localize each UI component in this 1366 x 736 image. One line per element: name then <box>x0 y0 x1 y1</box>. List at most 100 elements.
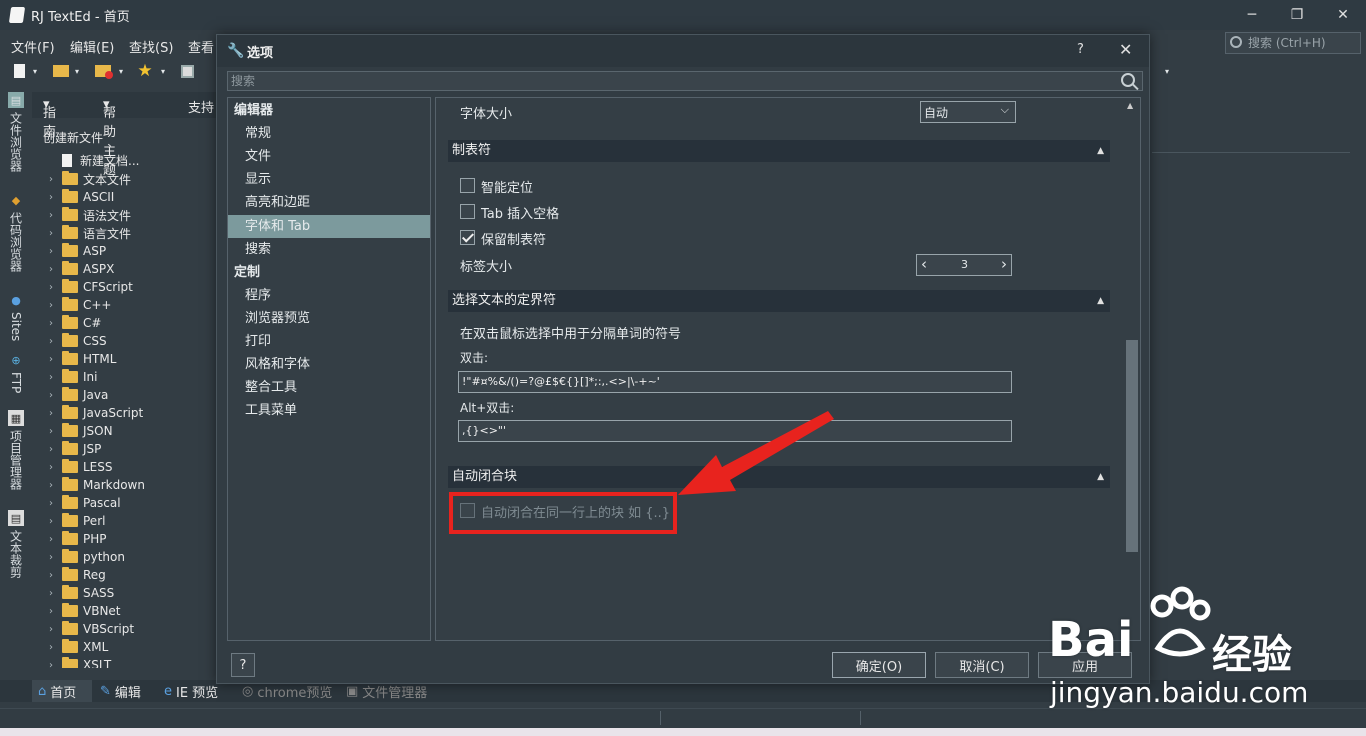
chevron-right-icon[interactable]: › <box>44 300 58 311</box>
favorites-folder-icon[interactable] <box>94 62 113 80</box>
tree-item[interactable]: › 语法文件 <box>44 206 131 224</box>
category-item[interactable]: 搜索 <box>228 238 430 261</box>
tree-item[interactable]: › JavaScript <box>44 404 143 422</box>
keep-tabs-checkbox[interactable] <box>460 230 475 245</box>
dialog-help-button[interactable]: ? <box>1077 42 1084 57</box>
help-topics-menu[interactable]: 帮助主题 ▾ <box>103 97 116 178</box>
chevron-right-icon[interactable]: › <box>44 462 58 473</box>
chevron-right-icon[interactable]: › <box>44 534 58 545</box>
chevron-right-icon[interactable]: › <box>44 210 58 221</box>
guide-menu[interactable]: 指南 ▾ <box>43 97 56 140</box>
vtab-project-manager[interactable]: ▦ 项目管理器 <box>6 410 26 490</box>
tree-item[interactable]: › ASP <box>44 242 106 260</box>
tree-item[interactable]: › 文本文件 <box>44 170 131 188</box>
vtab-text-clips[interactable]: ▤ 文本裁剪 <box>6 510 26 578</box>
new-file-icon[interactable] <box>10 62 28 80</box>
tree-item[interactable]: › Markdown <box>44 476 145 494</box>
chevron-right-icon[interactable]: › <box>44 480 58 491</box>
smart-indent-checkbox[interactable] <box>460 178 475 193</box>
tree-item[interactable]: › Perl <box>44 512 105 530</box>
chevron-right-icon[interactable]: › <box>44 606 58 617</box>
tab-section-header[interactable]: 制表符 ▲ <box>448 140 1110 162</box>
tree-item[interactable]: › python <box>44 548 125 566</box>
category-item[interactable]: 程序 <box>228 284 430 307</box>
dropdown-icon[interactable]: ▾ <box>1162 62 1172 80</box>
chevron-right-icon[interactable]: › <box>44 246 58 257</box>
tree-item[interactable]: › ASPX <box>44 260 114 278</box>
restore-button[interactable]: ❐ <box>1274 0 1320 30</box>
tree-item[interactable]: › CFScript <box>44 278 133 296</box>
chevron-right-icon[interactable]: › <box>44 390 58 401</box>
options-scrollbar[interactable]: ▲ <box>1124 98 1140 640</box>
ok-button[interactable]: 确定(O) <box>832 652 926 678</box>
vtab-ftp[interactable]: ⊕ FTP <box>6 352 26 394</box>
vtab-code-browser[interactable]: ◆ 代码浏览器 <box>6 192 26 273</box>
tree-item[interactable]: › VBNet <box>44 602 121 620</box>
chevron-right-icon[interactable]: › <box>44 516 58 527</box>
chevron-right-icon[interactable]: › <box>44 228 58 239</box>
tree-item[interactable]: › Java <box>44 386 108 404</box>
new-document-item[interactable]: 新建文档... <box>62 151 139 169</box>
save-icon[interactable] <box>178 62 196 80</box>
tree-item[interactable]: › XSLT <box>44 656 111 668</box>
tree-item[interactable]: › CSS <box>44 332 107 350</box>
double-click-input[interactable]: !"#¤%&/()=?@£$€{}[]*;:,.<>|\-+~' <box>458 371 1012 393</box>
chevron-right-icon[interactable]: › <box>44 552 58 563</box>
scrollbar-thumb[interactable] <box>1126 340 1138 552</box>
tab-insert-spaces-checkbox[interactable] <box>460 204 475 219</box>
tab-home[interactable]: ⌂ 首页 <box>32 680 92 702</box>
category-item[interactable]: 风格和字体 <box>228 353 430 376</box>
dropdown-icon[interactable]: ▾ <box>116 62 126 80</box>
support-menu[interactable]: 支持 <box>188 97 214 116</box>
options-search-input[interactable]: 搜索 <box>227 71 1143 91</box>
tree-item[interactable]: › PHP <box>44 530 107 548</box>
dropdown-icon[interactable]: ▾ <box>30 62 40 80</box>
dropdown-icon[interactable]: ▾ <box>158 62 168 80</box>
category-item[interactable]: 工具菜单 <box>228 399 430 422</box>
chevron-right-icon[interactable]: › <box>44 354 58 365</box>
category-item[interactable]: 整合工具 <box>228 376 430 399</box>
delimiter-section-header[interactable]: 选择文本的定界符 ▲ <box>448 290 1110 312</box>
category-item[interactable]: 字体和 Tab <box>228 214 430 238</box>
cancel-button[interactable]: 取消(C) <box>935 652 1029 678</box>
chevron-right-icon[interactable]: › <box>44 282 58 293</box>
tree-item[interactable]: › JSON <box>44 422 113 440</box>
chevron-right-icon[interactable]: › <box>44 588 58 599</box>
tree-item[interactable]: › 语言文件 <box>44 224 131 242</box>
tree-item[interactable]: › VBScript <box>44 620 134 638</box>
tree-item[interactable]: › Reg <box>44 566 106 584</box>
chevron-right-icon[interactable]: › <box>44 660 58 669</box>
chevron-right-icon[interactable]: › <box>44 498 58 509</box>
collapse-icon[interactable]: ▲ <box>1097 140 1104 162</box>
open-folder-icon[interactable] <box>52 62 70 80</box>
chevron-right-icon[interactable]: › <box>44 318 58 329</box>
chevron-left-icon[interactable]: ‹ <box>921 255 927 273</box>
tab-edit[interactable]: ✎ 编辑 <box>94 680 147 702</box>
bottom-help-button[interactable]: ? <box>231 653 255 677</box>
category-item[interactable]: 显示 <box>228 168 430 191</box>
category-item[interactable]: 浏览器预览 <box>228 307 430 330</box>
tree-item[interactable]: › ASCII <box>44 188 114 206</box>
tree-item[interactable]: › Pascal <box>44 494 121 512</box>
tree-item[interactable]: › XML <box>44 638 108 656</box>
chevron-right-icon[interactable]: › <box>44 264 58 275</box>
tree-item[interactable]: › LESS <box>44 458 113 476</box>
category-item[interactable]: 文件 <box>228 145 430 168</box>
close-window-button[interactable]: ✕ <box>1320 0 1366 30</box>
tab-ie-preview[interactable]: e IE 预览 <box>158 680 224 702</box>
tree-item[interactable]: › C# <box>44 314 101 332</box>
chevron-right-icon[interactable]: › <box>44 570 58 581</box>
menu-edit[interactable]: 编辑(E) <box>70 37 114 56</box>
collapse-icon[interactable]: ▲ <box>1097 466 1104 488</box>
minimize-button[interactable]: ─ <box>1229 0 1275 30</box>
vtab-sites[interactable]: ● Sites <box>6 292 26 342</box>
dialog-close-button[interactable]: ✕ <box>1119 40 1132 59</box>
menu-find[interactable]: 查找(S) <box>129 37 173 56</box>
chevron-right-icon[interactable]: › <box>44 174 58 185</box>
star-icon[interactable]: ★ <box>136 61 154 81</box>
tree-item[interactable]: › SASS <box>44 584 114 602</box>
collapse-icon[interactable]: ▲ <box>1097 290 1104 312</box>
font-size-select[interactable]: 自动 ⌵ <box>920 101 1016 123</box>
chevron-right-icon[interactable]: › <box>44 192 58 203</box>
chevron-right-icon[interactable]: › <box>44 336 58 347</box>
